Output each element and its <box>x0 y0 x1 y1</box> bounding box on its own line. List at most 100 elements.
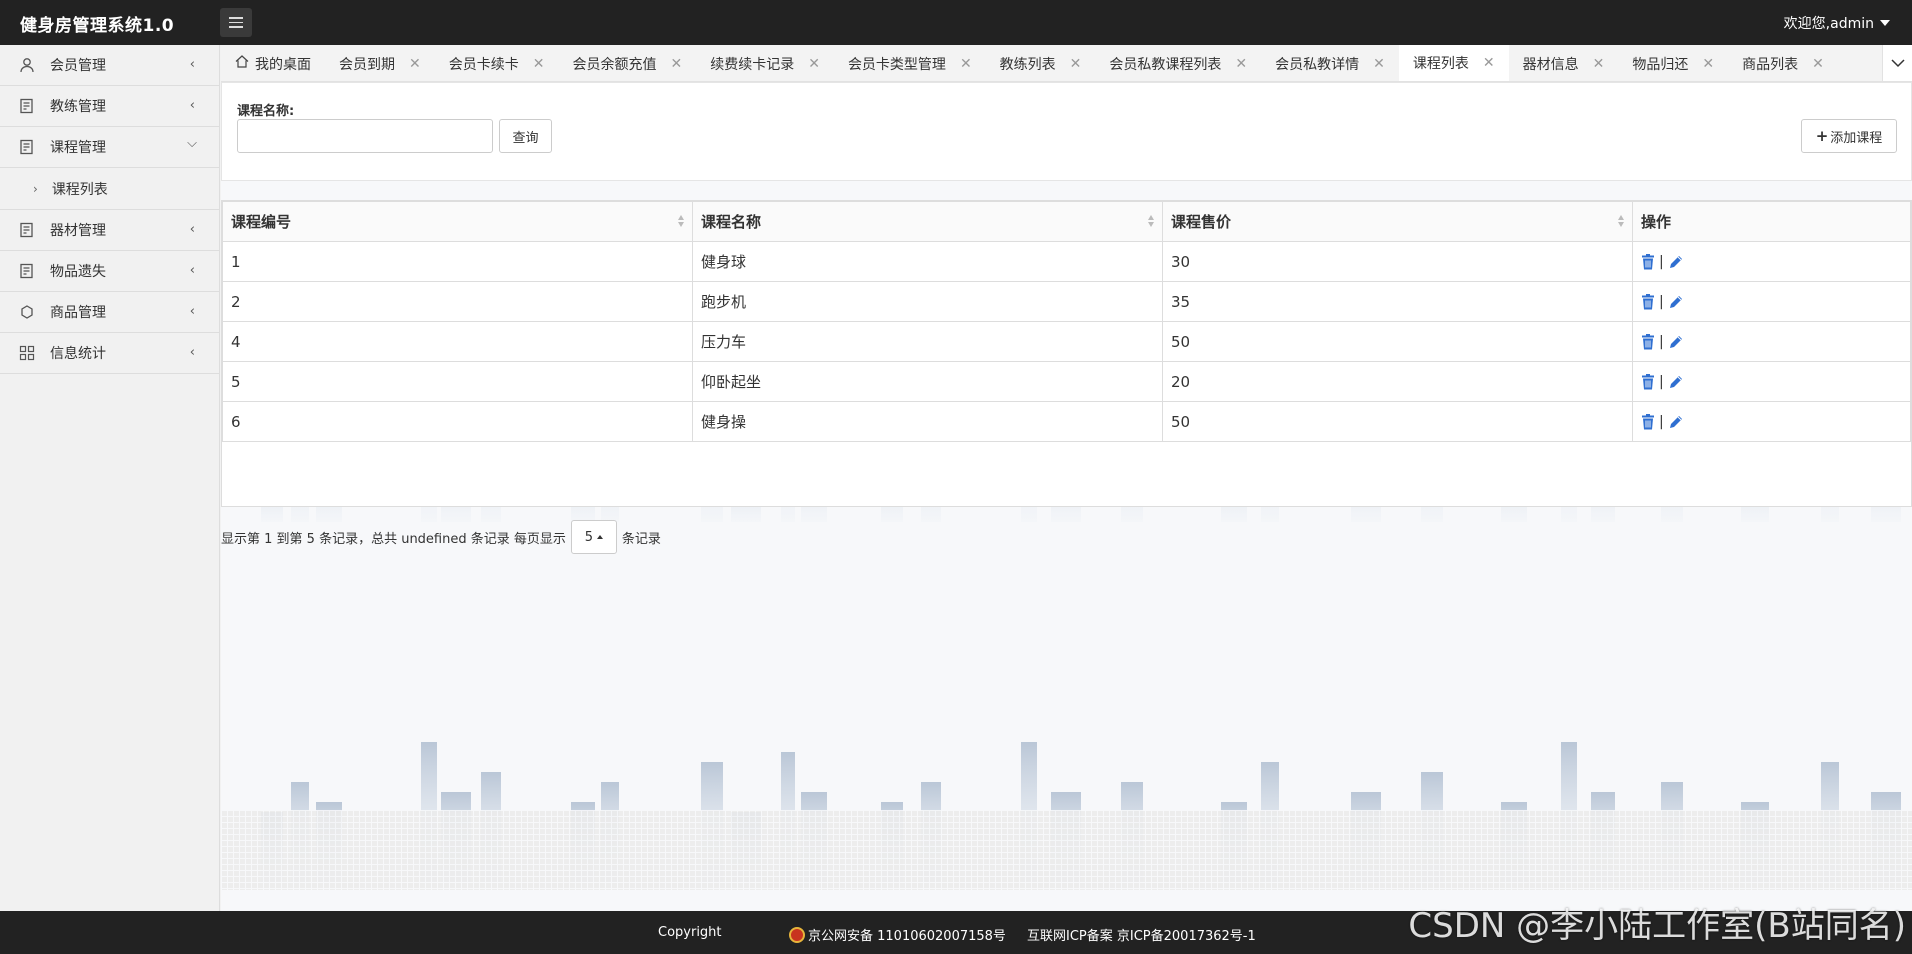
query-button[interactable]: 查询 <box>499 119 552 153</box>
action-separator: | <box>1659 333 1664 350</box>
action-separator: | <box>1659 293 1664 310</box>
page-size-select[interactable]: 5 <box>570 520 617 554</box>
police-badge-icon <box>789 926 805 943</box>
cell-course-price: 50 <box>1162 321 1633 362</box>
document-icon <box>18 138 36 156</box>
chevron-right-icon: › <box>33 181 38 196</box>
cell-actions: | <box>1632 401 1911 442</box>
close-icon[interactable]: ✕ <box>670 56 682 72</box>
footer-icp-record[interactable]: 互联网ICP备案 京ICP备20017362号-1 <box>1027 925 1256 944</box>
course-table: 课程编号 课程名称 课程售价 操作 1 健身球 30 | 2 跑步机 35 | 4 压力车 50 | 5… <box>222 201 1911 442</box>
welcome-text: 欢迎您,admin <box>1783 16 1874 32</box>
course-table-panel: 课程编号 课程名称 课程售价 操作 1 健身球 30 | 2 跑步机 35 | 4 压力车 50 | 5… <box>221 200 1912 507</box>
chevron-left-icon: ‹ <box>189 57 195 72</box>
sidebar-item-label: 课程管理 <box>50 140 106 156</box>
tab-label: 商品列表 <box>1742 56 1799 73</box>
close-icon[interactable]: ✕ <box>1235 56 1247 72</box>
tab-goods-list[interactable]: 商品列表 ✕ <box>1728 45 1838 81</box>
tab-item-return[interactable]: 物品归还 ✕ <box>1618 45 1728 81</box>
tab-course-list[interactable]: 课程列表 ✕ <box>1398 45 1509 81</box>
table-header-row: 课程编号 课程名称 课程售价 操作 <box>222 201 1911 242</box>
tab-label: 教练列表 <box>999 56 1056 73</box>
cell-course-price: 50 <box>1162 401 1633 442</box>
footer-police-record[interactable]: 京公网安备 11010602007158号 <box>789 925 1006 944</box>
tab-equipment-info[interactable]: 器材信息 ✕ <box>1509 45 1619 81</box>
sidebar-item-member[interactable]: 会员管理 ‹ <box>0 45 219 86</box>
sidebar-item-label: 商品管理 <box>50 305 106 321</box>
sidebar-item-statistics[interactable]: 信息统计 ‹ <box>0 333 219 374</box>
pagination-text: 显示第 1 到第 5 条记录，总共 undefined 条记录 每页显示 <box>221 531 566 547</box>
column-header-name[interactable]: 课程名称 <box>692 201 1163 242</box>
tab-card-renew[interactable]: 会员卡续卡 ✕ <box>435 45 559 81</box>
tab-member-expiry[interactable]: 会员到期 ✕ <box>325 45 435 81</box>
table-row: 5 仰卧起坐 20 | <box>222 361 1911 402</box>
sort-icon <box>1618 215 1624 227</box>
add-course-button[interactable]: + 添加课程 <box>1801 119 1897 153</box>
user-menu[interactable]: 欢迎您,admin <box>1784 13 1890 33</box>
edit-icon[interactable] <box>1668 414 1684 430</box>
decorative-grid-band <box>221 810 1912 890</box>
tab-balance-recharge[interactable]: 会员余额充值 ✕ <box>558 45 696 81</box>
edit-icon[interactable] <box>1668 254 1684 270</box>
sidebar-item-coach[interactable]: 教练管理 ‹ <box>0 86 219 127</box>
edit-icon[interactable] <box>1668 294 1684 310</box>
app-title: 健身房管理系统1.0 <box>20 16 175 36</box>
chevron-left-icon: ‹ <box>189 263 195 278</box>
close-icon[interactable]: ✕ <box>533 56 545 72</box>
tabs-more-button[interactable] <box>1882 45 1912 81</box>
cell-actions: | <box>1632 361 1911 402</box>
edit-icon[interactable] <box>1668 374 1684 390</box>
tab-renew-records[interactable]: 续费续卡记录 ✕ <box>696 45 834 81</box>
close-icon[interactable]: ✕ <box>1593 56 1605 72</box>
cell-course-name: 压力车 <box>692 321 1163 362</box>
cell-actions: | <box>1632 241 1911 282</box>
table-row: 4 压力车 50 | <box>222 321 1911 362</box>
close-icon[interactable]: ✕ <box>1483 55 1495 71</box>
table-row: 1 健身球 30 | <box>222 241 1911 282</box>
close-icon[interactable]: ✕ <box>1702 56 1714 72</box>
delete-icon[interactable] <box>1641 373 1655 390</box>
add-course-label: 添加课程 <box>1830 130 1883 146</box>
tab-label: 会员私教详情 <box>1275 56 1360 73</box>
close-icon[interactable]: ✕ <box>808 56 820 72</box>
tab-label: 课程列表 <box>1412 56 1469 72</box>
sidebar-item-goods[interactable]: 商品管理 ‹ <box>0 292 219 333</box>
cell-course-id: 6 <box>222 401 693 442</box>
tab-card-type[interactable]: 会员卡类型管理 ✕ <box>834 45 986 81</box>
sidebar-item-course[interactable]: 课程管理 ⌵ <box>0 127 219 168</box>
column-header-price[interactable]: 课程售价 <box>1162 201 1633 242</box>
close-icon[interactable]: ✕ <box>1373 56 1385 72</box>
sort-icon <box>1148 215 1154 227</box>
edit-icon[interactable] <box>1668 334 1684 350</box>
chevron-left-icon: ‹ <box>189 345 195 360</box>
tab-label: 会员余额充值 <box>572 56 657 73</box>
menu-toggle-button[interactable] <box>220 8 252 37</box>
sidebar-subitem-course-list[interactable]: › 课程列表 <box>0 168 219 210</box>
delete-icon[interactable] <box>1641 333 1655 350</box>
sidebar-item-lost-items[interactable]: 物品遗失 ‹ <box>0 251 219 292</box>
delete-icon[interactable] <box>1641 413 1655 430</box>
tab-desktop[interactable]: 我的桌面 <box>221 45 325 81</box>
close-icon[interactable]: ✕ <box>409 56 421 72</box>
delete-icon[interactable] <box>1641 293 1655 310</box>
cell-course-id: 4 <box>222 321 693 362</box>
user-icon <box>18 56 36 74</box>
home-icon <box>235 55 249 72</box>
tab-label: 会员私教课程列表 <box>1109 56 1222 73</box>
close-icon[interactable]: ✕ <box>960 56 972 72</box>
close-icon[interactable]: ✕ <box>1070 56 1082 72</box>
sidebar-item-equipment[interactable]: 器材管理 ‹ <box>0 210 219 251</box>
tab-private-course-detail[interactable]: 会员私教详情 ✕ <box>1261 45 1399 81</box>
delete-icon[interactable] <box>1641 253 1655 270</box>
cell-course-price: 35 <box>1162 281 1633 322</box>
tab-bar: 我的桌面 会员到期 ✕ 会员卡续卡 ✕ 会员余额充值 ✕ 续费续卡记录 ✕ 会员卡类型管… <box>221 45 1912 82</box>
course-name-input[interactable] <box>237 119 493 153</box>
close-icon[interactable]: ✕ <box>1812 56 1824 72</box>
tab-private-course-list[interactable]: 会员私教课程列表 ✕ <box>1095 45 1261 81</box>
tab-coach-list[interactable]: 教练列表 ✕ <box>986 45 1096 81</box>
tab-label: 我的桌面 <box>255 56 311 73</box>
document-icon <box>18 262 36 280</box>
sidebar-item-label: 物品遗失 <box>50 264 106 280</box>
document-icon <box>18 97 36 115</box>
column-header-id[interactable]: 课程编号 <box>222 201 693 242</box>
